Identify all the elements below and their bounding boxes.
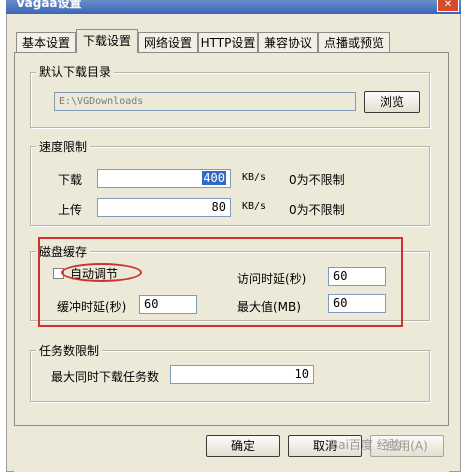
ok-button[interactable]: 确定: [206, 435, 280, 457]
tab-streaming-preview[interactable]: 点播或预览: [318, 32, 390, 52]
download-speed-input[interactable]: 400: [97, 169, 231, 188]
highlight-ellipse: [61, 263, 142, 282]
tab-http-settings[interactable]: HTTP设置: [198, 32, 258, 52]
tab-network-settings[interactable]: 网络设置: [138, 32, 198, 52]
tab-download-settings[interactable]: 下载设置: [76, 29, 138, 53]
baidu-watermark: Bai百度 经验: [330, 438, 401, 452]
tab-compat-protocols[interactable]: 兼容协议: [258, 32, 318, 52]
download-speed-note: 0为不限制: [289, 173, 345, 187]
max-concurrent-input[interactable]: 10: [170, 365, 314, 384]
title-bar[interactable]: Vagaa设置: [6, 0, 461, 14]
upload-speed-unit: KB/s: [242, 201, 267, 212]
download-speed-unit: KB/s: [242, 172, 267, 183]
upload-speed-input[interactable]: 80: [97, 198, 231, 217]
speed-limit-title: 速度限制: [36, 138, 91, 155]
upload-speed-label: 上传: [58, 203, 83, 217]
task-limit-title: 任务数限制: [36, 342, 103, 359]
tab-basic-settings[interactable]: 基本设置: [16, 32, 76, 52]
window-title: Vagaa设置: [16, 0, 82, 10]
highlight-rectangle: [38, 237, 403, 327]
download-dir-field[interactable]: E:\VGDownloads: [54, 92, 356, 111]
max-concurrent-label: 最大同时下载任务数: [51, 370, 160, 384]
close-button[interactable]: ✕: [437, 0, 459, 12]
upload-speed-note: 0为不限制: [289, 203, 345, 217]
browse-button[interactable]: 浏览: [364, 91, 420, 113]
download-speed-value: 400: [202, 171, 226, 185]
download-dir-title: 默认下载目录: [36, 63, 115, 80]
download-speed-label: 下载: [58, 173, 83, 187]
